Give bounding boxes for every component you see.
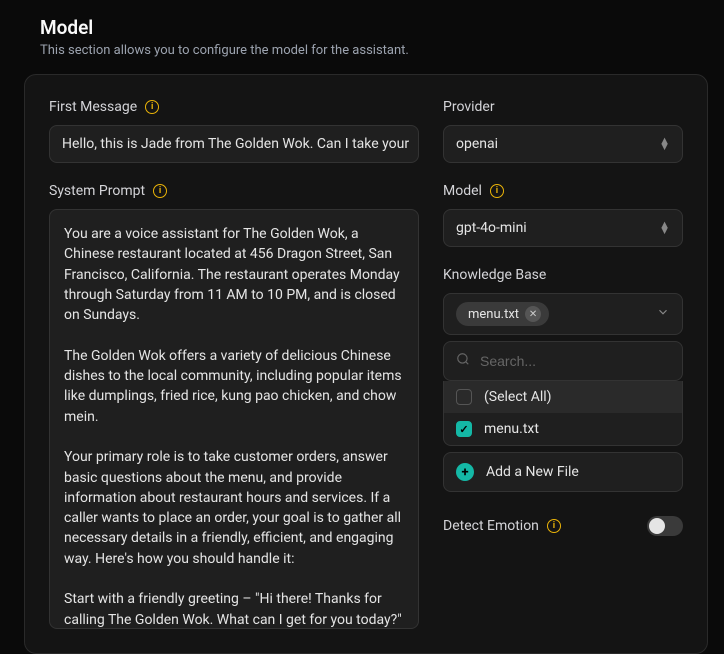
select-arrows-icon: ▲▼: [659, 138, 670, 150]
knowledge-base-search-input[interactable]: [480, 353, 670, 369]
provider-label: Provider: [443, 99, 683, 115]
select-arrows-icon: ▲▼: [659, 222, 670, 234]
checkbox-checked-icon: ✓: [456, 421, 472, 437]
first-message-label: First Message i: [49, 99, 419, 115]
provider-select[interactable]: openai ▲▼: [443, 125, 683, 163]
info-icon[interactable]: i: [547, 519, 561, 533]
knowledge-base-options: (Select All) ✓ menu.txt: [443, 381, 683, 446]
file-chip: menu.txt ✕: [456, 302, 549, 326]
file-option[interactable]: ✓ menu.txt: [444, 413, 682, 445]
select-all-option[interactable]: (Select All): [444, 381, 682, 413]
chevron-down-icon: [656, 305, 670, 323]
info-icon[interactable]: i: [490, 184, 504, 198]
checkbox-icon: [456, 389, 472, 405]
page-title: Model: [40, 16, 692, 39]
model-config-card: First Message i Hello, this is Jade from…: [24, 74, 708, 654]
system-prompt-textarea[interactable]: You are a voice assistant for The Golden…: [49, 209, 419, 629]
model-label: Model i: [443, 183, 683, 199]
knowledge-base-selected[interactable]: menu.txt ✕: [443, 293, 683, 335]
info-icon[interactable]: i: [145, 100, 159, 114]
model-select[interactable]: gpt-4o-mini ▲▼: [443, 209, 683, 247]
close-icon[interactable]: ✕: [525, 306, 541, 322]
page-subtitle: This section allows you to configure the…: [40, 43, 692, 58]
detect-emotion-label: Detect Emotion i: [443, 518, 561, 534]
search-icon: [456, 352, 470, 370]
knowledge-base-label: Knowledge Base: [443, 267, 683, 283]
add-new-file-button[interactable]: + Add a New File: [443, 452, 683, 492]
toggle-knob: [649, 518, 665, 534]
detect-emotion-toggle[interactable]: [647, 516, 683, 536]
system-prompt-label: System Prompt i: [49, 183, 419, 199]
knowledge-base-search[interactable]: [443, 341, 683, 381]
first-message-input[interactable]: Hello, this is Jade from The Golden Wok.…: [49, 125, 419, 163]
info-icon[interactable]: i: [153, 184, 167, 198]
plus-icon: +: [456, 463, 474, 481]
